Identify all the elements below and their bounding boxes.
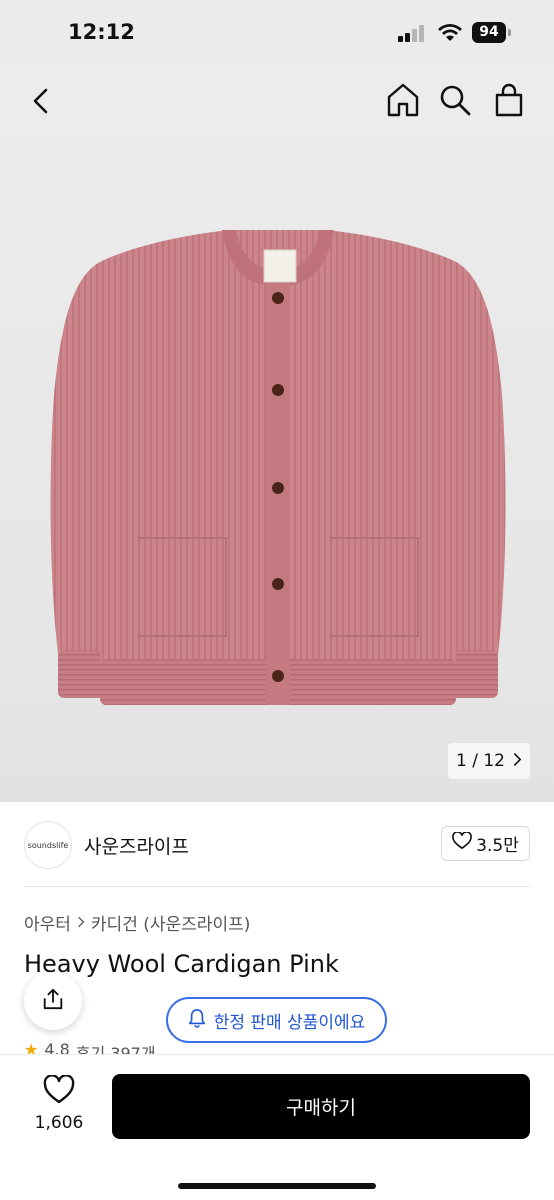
- home-indicator: [178, 1183, 376, 1189]
- product-gallery[interactable]: 1 / 12: [0, 64, 554, 802]
- home-icon[interactable]: [386, 82, 420, 118]
- breadcrumb-subcategory[interactable]: 카디건 (사운즈라이프): [91, 910, 250, 935]
- heart-icon: [43, 1074, 75, 1109]
- share-button[interactable]: [24, 972, 82, 1030]
- search-icon[interactable]: [438, 82, 472, 118]
- chevron-left-icon[interactable]: [26, 84, 56, 118]
- brand-like-count: 3.5만: [476, 836, 519, 856]
- bottom-action-bar: 1,606 구매하기: [0, 1054, 554, 1200]
- status-time: 12:12: [68, 20, 135, 44]
- seller-row[interactable]: soundslife 사운즈라이프 3.5만: [24, 818, 530, 874]
- breadcrumb-category[interactable]: 아우터: [24, 910, 71, 935]
- limited-sale-badge: 한정 판매 상품이에요: [166, 997, 387, 1043]
- battery-icon: 94: [472, 22, 512, 43]
- product-title: Heavy Wool Cardigan Pink: [24, 950, 339, 978]
- limited-sale-label: 한정 판매 상품이에요: [213, 1012, 366, 1033]
- bell-icon: [188, 1008, 206, 1033]
- wifi-icon: [437, 22, 463, 42]
- seller-logo-text: soundslife: [27, 840, 69, 850]
- breadcrumb: 아우터 카디건 (사운즈라이프): [24, 910, 250, 935]
- wishlist-button[interactable]: 1,606: [24, 1074, 94, 1145]
- share-icon: [41, 987, 65, 1015]
- signal-icon: [398, 24, 428, 42]
- divider: [24, 886, 530, 887]
- gallery-pager-label: 1 / 12: [456, 751, 505, 771]
- battery-level: 94: [472, 22, 506, 43]
- buy-button[interactable]: 구매하기: [112, 1074, 530, 1139]
- heart-icon: [452, 831, 473, 855]
- status-bar: 12:12 94: [0, 0, 554, 64]
- gallery-pager[interactable]: 1 / 12: [448, 743, 530, 779]
- shopping-bag-icon[interactable]: [492, 82, 526, 118]
- product-image: [50, 230, 506, 705]
- chevron-right-icon: [77, 913, 85, 933]
- wishlist-count: 1,606: [34, 1113, 84, 1133]
- seller-logo[interactable]: soundslife: [24, 821, 72, 869]
- seller-name[interactable]: 사운즈라이프: [84, 832, 189, 859]
- chevron-right-icon: [513, 751, 522, 771]
- brand-like-button[interactable]: 3.5만: [441, 826, 530, 861]
